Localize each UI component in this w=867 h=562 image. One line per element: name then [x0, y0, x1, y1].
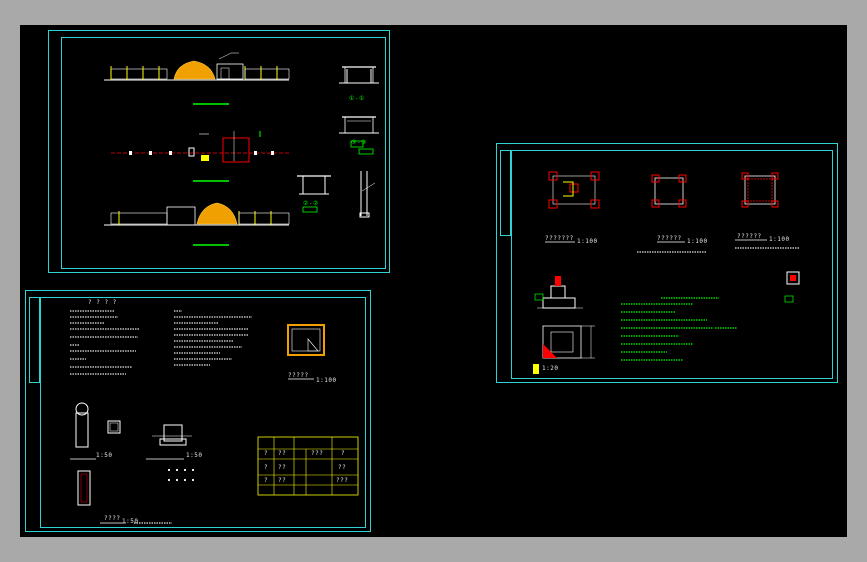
- sheet-3[interactable]: ??????? 1:100 ?????? 1:100 ?????? 1:100 …: [496, 143, 838, 383]
- table-cell-r3c4: ???: [336, 477, 349, 484]
- bottom-title: ????: [104, 515, 121, 522]
- detail-scale: 1:20: [542, 365, 559, 372]
- sheet-2-drawing: [70, 310, 359, 524]
- table-cell-r2c2: ??: [278, 464, 287, 471]
- bottom-scale: 1:50: [122, 518, 139, 525]
- plan3-title: ??????: [737, 233, 762, 240]
- table-cell-r3c1: ?: [264, 477, 269, 484]
- table-cell-r1c1: ?: [264, 450, 269, 457]
- plan1-scale: 1:100: [577, 238, 598, 245]
- section-label-a: ①-①: [349, 95, 365, 102]
- plan-title: ?????: [288, 372, 309, 379]
- plan2-title: ??????: [657, 235, 682, 242]
- sheet-2[interactable]: ? ? ? ? ????? 1:100 1:50 1:50 ???? 1:50 …: [25, 290, 371, 532]
- sheet-3-drawing: [533, 171, 800, 374]
- plan2-scale: 1:100: [687, 238, 708, 245]
- notes-title: ? ? ? ?: [88, 299, 117, 306]
- plan-scale: 1:100: [316, 377, 337, 384]
- table-cell-r1c2: ??: [278, 450, 287, 457]
- cad-viewport[interactable]: ①-① ②-② ③-③ ? ? ? ? ????? 1:100 1:50 1:5…: [20, 25, 847, 537]
- table-cell-r2c1: ?: [264, 464, 269, 471]
- table-cell-r1c3: ???: [311, 450, 324, 457]
- table-cell-r3c2: ??: [278, 477, 287, 484]
- sheet-1-drawing: [104, 52, 379, 246]
- plan1-title: ???????: [545, 235, 574, 242]
- table-cell-r1c4: ?: [341, 450, 346, 457]
- plan3-scale: 1:100: [769, 236, 790, 243]
- section-label-c: ③-③: [351, 139, 367, 146]
- detail-scale-1: 1:50: [96, 452, 113, 459]
- section-label-b: ②-②: [303, 200, 319, 207]
- table-cell-r2c4: ??: [338, 464, 347, 471]
- sheet-1[interactable]: ①-① ②-② ③-③: [48, 30, 390, 273]
- detail-scale-2: 1:50: [186, 452, 203, 459]
